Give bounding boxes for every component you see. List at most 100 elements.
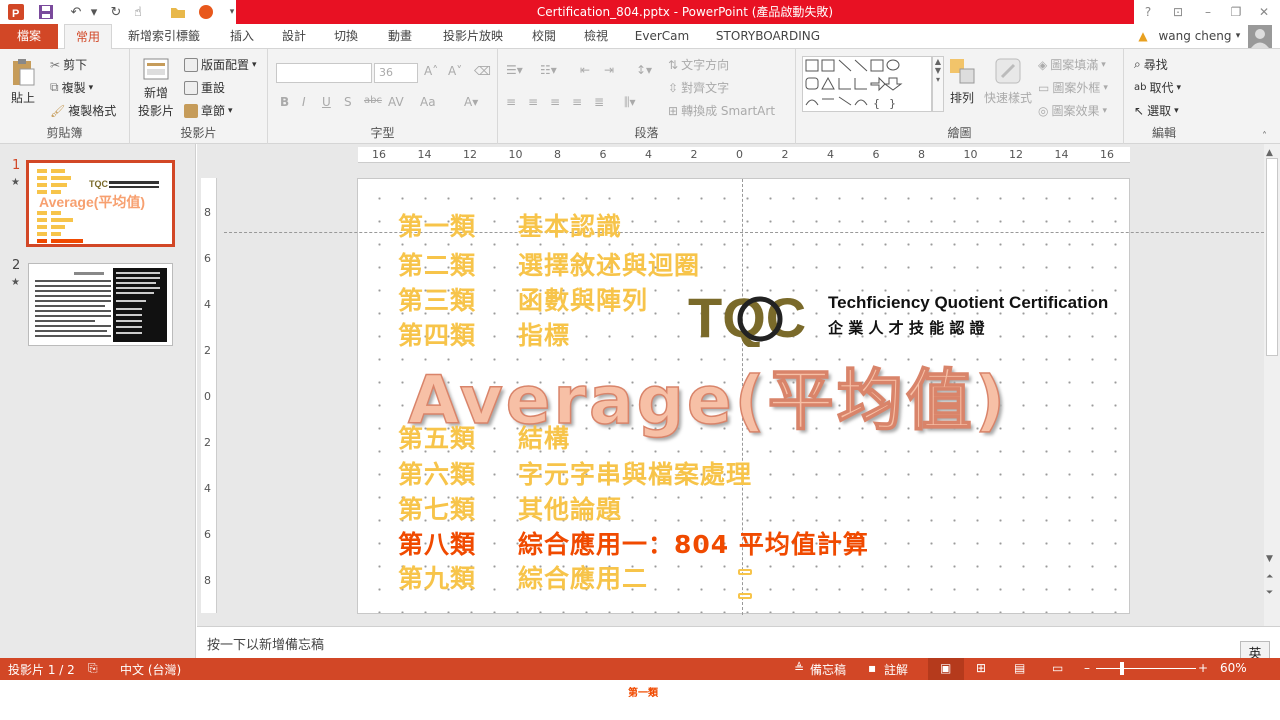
- help-button[interactable]: ?: [1136, 2, 1160, 22]
- new-slide-button[interactable]: 新增 投影片: [138, 57, 174, 119]
- maximize-button[interactable]: ❐: [1224, 2, 1248, 22]
- select-button[interactable]: ↖ 選取 ▾: [1134, 102, 1179, 119]
- action-button-handle-1[interactable]: [738, 569, 752, 575]
- scroll-down-icon[interactable]: ▼: [1266, 554, 1273, 564]
- slide-canvas[interactable]: 第一類 基本認識 第二類 選擇敘述與迴圈 第三類 函數與陣列 第四類 指標 TQC Te…: [224, 178, 1264, 615]
- comments-label[interactable]: 註解: [884, 661, 908, 678]
- collapse-ribbon-icon[interactable]: ˄: [1262, 131, 1267, 142]
- record-icon[interactable]: [196, 3, 216, 21]
- slide-thumbnail-2[interactable]: [28, 263, 173, 346]
- replace-button[interactable]: ab 取代 ▾: [1134, 79, 1181, 96]
- columns-icon[interactable]: ⫼▾: [624, 95, 636, 110]
- copy-button[interactable]: ⧉ 複製 ▾: [50, 79, 93, 96]
- tab-review[interactable]: 校閱: [524, 24, 564, 49]
- category-1[interactable]: 第一類 基本認識: [398, 207, 621, 243]
- numbering-icon[interactable]: ☷▾: [540, 63, 557, 77]
- bold-button[interactable]: B: [280, 95, 289, 109]
- tab-evercam[interactable]: EverCam: [630, 24, 694, 49]
- minimize-button[interactable]: –: [1196, 2, 1220, 22]
- shadow-button[interactable]: S: [344, 95, 352, 109]
- undo-dropdown-icon[interactable]: ▾: [84, 3, 104, 21]
- layout-button[interactable]: 版面配置 ▾: [184, 56, 257, 73]
- zoom-out-icon[interactable]: –: [1084, 661, 1090, 675]
- close-button[interactable]: ✕: [1252, 2, 1276, 22]
- powerpoint-app-icon[interactable]: P: [6, 3, 26, 21]
- category-3[interactable]: 第三類 函數與陣列: [398, 281, 647, 317]
- tab-insert[interactable]: 插入: [222, 24, 262, 49]
- bullets-icon[interactable]: ☰▾: [506, 63, 523, 77]
- slideshow-icon[interactable]: ▭: [1052, 661, 1063, 675]
- increase-indent-icon[interactable]: ⇥: [604, 63, 614, 77]
- quick-styles-button[interactable]: 快速樣式: [984, 57, 1032, 106]
- paste-button[interactable]: 貼上: [10, 57, 36, 106]
- zoom-slider-thumb[interactable]: [1120, 662, 1124, 675]
- category-7[interactable]: 第七類 其他論題: [398, 490, 621, 526]
- tab-animations[interactable]: 動畫: [380, 24, 420, 49]
- slide-title[interactable]: Average(平均值): [407, 347, 1008, 443]
- tab-file[interactable]: 檔案: [0, 24, 58, 49]
- comments-icon[interactable]: ▪: [868, 661, 876, 675]
- action-button-handle-2[interactable]: [738, 593, 752, 599]
- reset-button[interactable]: 重設: [184, 79, 225, 96]
- tab-storyboarding[interactable]: STORYBOARDING: [708, 24, 828, 49]
- arrange-button[interactable]: 排列: [948, 57, 976, 106]
- ribbon-display-button[interactable]: ⊡: [1166, 2, 1190, 22]
- shape-outline-button[interactable]: ▭ 圖案外框 ▾: [1038, 79, 1108, 96]
- tab-custom[interactable]: 新增索引標籤: [120, 24, 208, 49]
- underline-button[interactable]: U: [322, 95, 331, 109]
- shapes-scroll[interactable]: ▲ ▼ ▾: [932, 56, 944, 112]
- align-text-button[interactable]: ⇳ 對齊文字: [668, 79, 729, 96]
- slide-sorter-icon[interactable]: ⊞: [976, 661, 986, 675]
- align-center-icon[interactable]: ≡: [528, 95, 538, 109]
- strikethrough-button[interactable]: abc: [364, 95, 382, 106]
- language-indicator[interactable]: 中文 (台灣): [120, 661, 181, 678]
- format-painter-button[interactable]: 🖌 複製格式: [50, 102, 116, 119]
- scroll-up-icon[interactable]: ▲: [1266, 148, 1273, 158]
- category-8[interactable]: 第八類 綜合應用一：804 平均值計算: [398, 525, 868, 561]
- undo-icon[interactable]: ↶: [66, 3, 86, 21]
- tab-home[interactable]: 常用: [64, 24, 112, 50]
- category-2[interactable]: 第二類 選擇敘述與迴圈: [398, 246, 699, 282]
- prev-slide-icon[interactable]: ⏶: [1266, 572, 1273, 582]
- change-case-button[interactable]: Aa: [420, 95, 436, 109]
- next-slide-icon[interactable]: ⏷: [1266, 588, 1273, 598]
- char-spacing-button[interactable]: AV: [388, 95, 404, 109]
- notes-pane[interactable]: 按一下以新增備忘稿 英: [197, 626, 1280, 669]
- decrease-indent-icon[interactable]: ⇤: [580, 63, 590, 77]
- notes-toggle-label[interactable]: 備忘稿: [810, 661, 846, 678]
- tqc-logo[interactable]: TQC Techficiency Quotient Certification …: [688, 286, 1108, 349]
- zoom-level[interactable]: 60%: [1220, 661, 1247, 675]
- italic-button[interactable]: I: [302, 95, 306, 109]
- touch-mode-icon[interactable]: ☝: [128, 3, 148, 21]
- zoom-slider[interactable]: [1096, 668, 1196, 669]
- clear-format-icon[interactable]: ⌫: [474, 64, 491, 78]
- scroll-thumb[interactable]: [1266, 158, 1278, 356]
- redo-icon[interactable]: ↻: [106, 3, 126, 21]
- font-name-combo[interactable]: [276, 63, 372, 83]
- category-5[interactable]: 第五類 結構: [398, 419, 569, 455]
- line-spacing-icon[interactable]: ↕▾: [636, 63, 652, 77]
- tab-design[interactable]: 設計: [274, 24, 314, 49]
- align-left-icon[interactable]: ≡: [506, 95, 516, 109]
- slide-thumbnail-1[interactable]: TQC Average(平均值): [26, 160, 175, 247]
- shrink-font-icon[interactable]: A˅: [448, 64, 462, 78]
- open-folder-icon[interactable]: [168, 3, 188, 21]
- font-size-combo[interactable]: 36: [374, 63, 418, 83]
- category-6[interactable]: 第六類 字元字串與檔案處理: [398, 455, 751, 491]
- user-dropdown-icon[interactable]: ▾: [1234, 24, 1242, 49]
- avatar[interactable]: [1248, 25, 1272, 48]
- tab-slideshow[interactable]: 投影片放映: [434, 24, 512, 49]
- save-icon[interactable]: [36, 3, 56, 21]
- smartart-button[interactable]: ⊞ 轉換成 SmartArt: [668, 102, 775, 119]
- notes-toggle-icon[interactable]: ≜: [794, 661, 804, 675]
- grow-font-icon[interactable]: A˄: [424, 64, 438, 78]
- align-right-icon[interactable]: ≡: [550, 95, 560, 109]
- shapes-gallery[interactable]: {}: [802, 56, 932, 112]
- find-button[interactable]: ⌕ 尋找: [1134, 56, 1168, 73]
- user-name[interactable]: wang cheng: [1154, 24, 1236, 49]
- justify-icon[interactable]: ≡: [572, 95, 582, 109]
- text-direction-button[interactable]: ⇅ 文字方向: [668, 56, 729, 73]
- section-button[interactable]: 章節 ▾: [184, 102, 233, 119]
- zoom-in-icon[interactable]: +: [1198, 661, 1208, 675]
- cut-button[interactable]: ✂ 剪下: [50, 56, 87, 73]
